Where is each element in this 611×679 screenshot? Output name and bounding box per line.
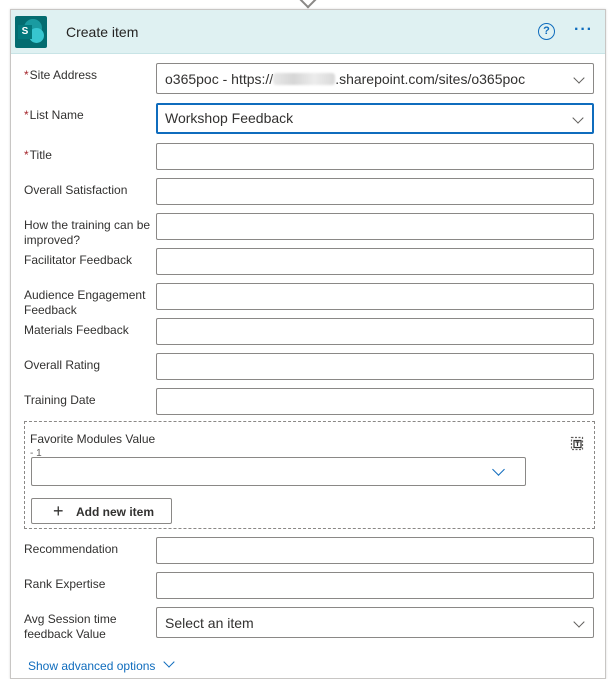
- overall-satisfaction-label: Overall Satisfaction: [24, 183, 128, 197]
- audience-engagement-input[interactable]: [156, 283, 594, 310]
- rank-expertise-input[interactable]: [156, 572, 594, 599]
- chevron-down-icon: [492, 463, 505, 476]
- audience-engagement-label: Audience Engagement Feedback: [24, 288, 146, 317]
- training-improve-input[interactable]: [156, 213, 594, 240]
- redacted-tenant: [273, 73, 336, 85]
- help-icon[interactable]: ?: [538, 23, 555, 40]
- add-new-item-button[interactable]: + Add new item: [31, 498, 172, 524]
- training-improve-label: How the training can be improved?: [24, 218, 151, 247]
- site-address-dropdown[interactable]: o365poc - https://.sharepoint.com/sites/…: [156, 63, 594, 94]
- avg-session-placeholder: Select an item: [165, 615, 254, 631]
- rank-expertise-label: Rank Expertise: [24, 577, 106, 591]
- recommendation-input[interactable]: [156, 537, 594, 564]
- list-name-value: Workshop Feedback: [165, 110, 294, 126]
- favorite-modules-dropdown[interactable]: [31, 457, 526, 486]
- favorite-modules-array: Favorite Modules Value - 1 + Add new ite…: [24, 421, 595, 529]
- list-name-label: *List Name: [24, 108, 84, 122]
- chevron-down-icon: [573, 616, 585, 628]
- overall-rating-input[interactable]: [156, 353, 594, 380]
- flow-connector-arrow: [299, 0, 317, 9]
- chevron-down-icon: [573, 72, 585, 84]
- favorite-modules-label: Favorite Modules Value: [30, 432, 156, 446]
- chevron-down-icon[interactable]: [163, 656, 175, 668]
- materials-feedback-label: Materials Feedback: [24, 323, 129, 337]
- materials-feedback-input[interactable]: [156, 318, 594, 345]
- chevron-down-icon: [572, 112, 584, 124]
- more-options-icon[interactable]: ···: [574, 21, 600, 39]
- plus-icon: +: [53, 501, 64, 521]
- overall-rating-label: Overall Rating: [24, 358, 101, 372]
- create-item-action-card: S Create item ? ··· *Site Address o365po…: [10, 9, 606, 679]
- training-date-input[interactable]: [156, 388, 594, 415]
- site-address-label: *Site Address: [24, 68, 98, 82]
- facilitator-feedback-label: Facilitator Feedback: [24, 253, 133, 267]
- training-date-label: Training Date: [24, 393, 96, 407]
- avg-session-dropdown[interactable]: Select an item: [156, 607, 594, 638]
- facilitator-feedback-input[interactable]: [156, 248, 594, 275]
- list-name-dropdown[interactable]: Workshop Feedback: [156, 103, 594, 134]
- overall-satisfaction-input[interactable]: [156, 178, 594, 205]
- switch-to-array-input-icon[interactable]: [569, 435, 585, 451]
- recommendation-label: Recommendation: [24, 542, 119, 556]
- show-advanced-options-link[interactable]: Show advanced options: [28, 659, 155, 673]
- add-new-item-label: Add new item: [76, 505, 155, 519]
- site-address-value: o365poc - https://.sharepoint.com/sites/…: [165, 71, 526, 87]
- avg-session-label: Avg Session time feedback Value: [24, 612, 117, 641]
- title-input[interactable]: [156, 143, 594, 170]
- card-header[interactable]: S Create item ? ···: [11, 10, 605, 54]
- sharepoint-logo-icon: S: [15, 16, 47, 48]
- card-title: Create item: [66, 24, 139, 40]
- title-label: *Title: [24, 148, 52, 162]
